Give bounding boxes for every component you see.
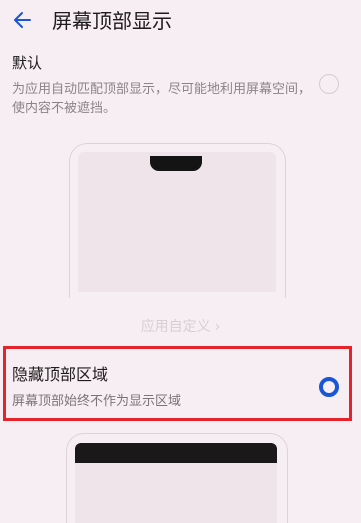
back-arrow-icon[interactable] <box>10 7 36 33</box>
hide-preview-screen <box>75 443 277 523</box>
app-custom-label: 应用自定义 <box>140 319 211 335</box>
page-title: 屏幕顶部显示 <box>52 9 172 33</box>
app-header: 屏幕顶部显示 <box>0 0 361 44</box>
option-hide-description: 屏幕顶部始终不作为显示区域 <box>12 394 182 409</box>
option-hide-radio[interactable] <box>319 377 339 397</box>
option-default-description: 为应用自动匹配顶部显示，尽可能地利用屏幕空间，使内容不被遮挡。 <box>12 82 312 116</box>
hidden-top-bar <box>75 443 277 463</box>
camera-notch <box>150 156 202 171</box>
app-custom-link[interactable]: 应用自定义 › <box>0 317 361 337</box>
option-hide-title[interactable]: 隐藏顶部区域 <box>12 364 108 386</box>
option-default-radio[interactable] <box>319 74 339 94</box>
default-preview-screen <box>78 152 276 292</box>
option-default-title[interactable]: 默认 <box>12 53 42 73</box>
chevron-right-icon: › <box>214 319 221 335</box>
